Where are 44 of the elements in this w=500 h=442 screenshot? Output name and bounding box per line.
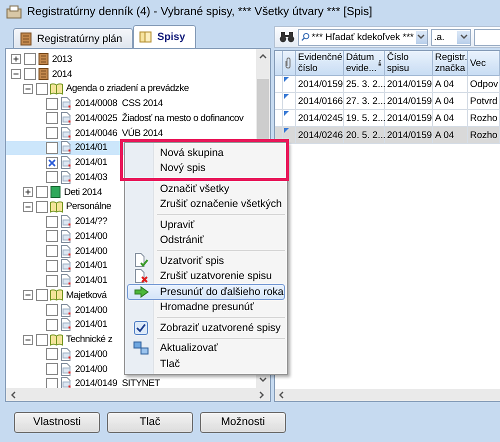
table-cell: 2014/0159 xyxy=(385,127,433,144)
tree-label: 2014/01 xyxy=(75,260,108,272)
table-cell: Odpov xyxy=(468,76,500,93)
tree-label: 2014/00 xyxy=(75,230,108,242)
table-cell: A 04 xyxy=(433,76,468,93)
table-cell: 25. 3. 2... xyxy=(344,76,385,93)
tree-label: 2014/01 xyxy=(75,319,108,330)
table-cell: 2014/0159 xyxy=(296,76,344,93)
table-cell: A 04 xyxy=(433,93,468,110)
tree-label: 2014/0046 VÚB 2014 xyxy=(75,128,163,139)
tree-label: Agenda o zriadení a prevádzke xyxy=(66,83,189,94)
table-cell: 2014/0159 xyxy=(385,93,433,110)
tree-label: 2014 xyxy=(52,68,72,80)
table-cell: 27. 3. 2... xyxy=(344,93,385,110)
window-title: Registratúrny denník (4) - Vybrané spisy, *** Všetky útvary *** [Spis] xyxy=(27,6,372,18)
tree-label: Deti 2014 xyxy=(64,186,102,198)
table-cell: 2014/0159 xyxy=(385,110,433,127)
tree-label: Technické z xyxy=(66,334,112,346)
tree-label: 2014/00 xyxy=(75,348,108,360)
table-cell: 19. 5. 2... xyxy=(344,110,385,127)
table-cell: 2014/0166 xyxy=(296,93,344,110)
tree-label: 2014/00 xyxy=(75,364,108,375)
table-cell: 20. 5. 2... xyxy=(344,127,385,144)
table-cell: Rozho xyxy=(468,127,500,144)
tree-label: 2014/01 xyxy=(75,142,108,154)
tree-label: 2014/00 xyxy=(75,304,108,316)
table-cell: 2014/0245 xyxy=(296,110,344,127)
table-cell: A 04 xyxy=(433,110,468,127)
tree-label: 2014/0149 SITYNET xyxy=(75,378,160,388)
tree-label: 2013 xyxy=(52,54,72,65)
tree-label: 2014/?? xyxy=(75,216,108,228)
tree-label: 2014/03 xyxy=(75,172,108,183)
tree-label: 2014/0008 CSS 2014 xyxy=(75,98,163,110)
tree-label: 2014/01 xyxy=(75,275,108,286)
table-cell: Rozho xyxy=(468,110,500,127)
table-cell: A 04 xyxy=(433,127,468,144)
tree-label: 2014/0025 Žiadosť na mesto o dofinancov xyxy=(75,112,244,124)
tree-label: 2014/00 xyxy=(75,246,108,257)
table-cell: 2014/0246 xyxy=(296,127,344,144)
table-cell: Potvrd xyxy=(468,93,500,110)
table-cell: 2014/0159 xyxy=(385,76,433,93)
tree-label: Majetková xyxy=(66,290,107,301)
tree-label: Personálne xyxy=(66,201,112,212)
tree-label: 2014/01 xyxy=(75,157,108,168)
